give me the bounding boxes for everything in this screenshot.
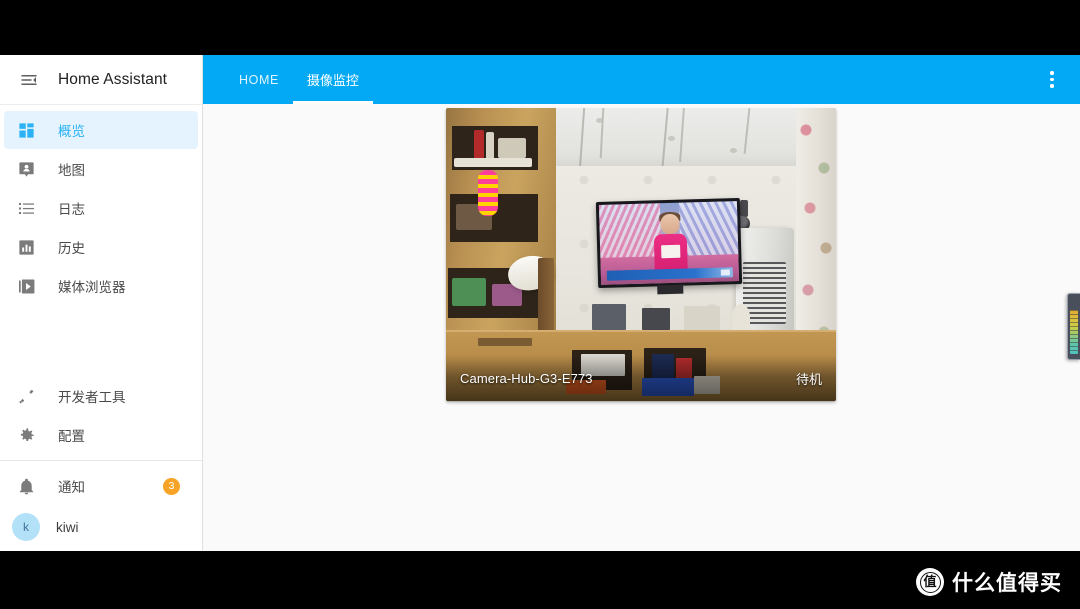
view-dashboard-icon	[12, 118, 40, 142]
color-scale-ticks	[1070, 310, 1078, 354]
sidebar-item-label: 通知	[58, 480, 85, 495]
camera-status-label: 待机	[795, 371, 822, 387]
sidebar-item-configuration[interactable]: 配置	[4, 416, 198, 454]
color-scale-bar[interactable]	[1067, 293, 1080, 360]
watermark-text: 什么值得买	[952, 571, 1062, 595]
sidebar-item-media-browser[interactable]: 媒体浏览器	[4, 267, 198, 305]
sidebar-item-notifications[interactable]: 通知 3	[4, 467, 198, 505]
tab-label: 摄像监控	[306, 73, 359, 88]
sidebar-item-label: 开发者工具	[58, 390, 126, 405]
sidebar-item-label: 媒体浏览器	[58, 280, 126, 295]
sidebar-item-label: 历史	[58, 241, 85, 256]
sidebar-item-label: 日志	[58, 202, 85, 217]
scene-television	[595, 198, 743, 295]
app-title: Home Assistant	[58, 70, 168, 88]
letterbox-top	[0, 0, 1080, 55]
sidebar-item-map[interactable]: 地图	[4, 150, 198, 188]
menu-collapse-icon[interactable]	[12, 63, 46, 97]
scene-desk-object	[642, 308, 670, 330]
scene-desk-object	[732, 304, 750, 330]
scene-shelf-object	[486, 132, 494, 160]
sidebar-lower-nav: 开发者工具 配置 通知 3 k kiwi	[0, 376, 202, 551]
scene-pink-lantern	[478, 170, 498, 216]
scene-shelf-object	[498, 138, 526, 158]
scene-shelf-object	[474, 130, 484, 160]
dashboard-content: Camera-Hub-G3-E773 待机	[203, 104, 1080, 551]
watermark-logo-char: 值	[919, 571, 941, 593]
main-area: HOME 摄像监控 Camera-Hub-G3-E773 待机	[203, 55, 1080, 551]
camera-card-footer: Camera-Hub-G3-E773 待机	[446, 355, 836, 401]
sidebar-item-label: 概览	[58, 124, 85, 139]
sidebar-item-overview[interactable]: 概览	[4, 111, 198, 149]
sidebar: Home Assistant 概览 地图 日志 历史 媒体浏览器 开发者工具 配…	[0, 55, 203, 551]
chart-box-icon	[12, 235, 40, 259]
camera-name-label: Camera-Hub-G3-E773	[460, 370, 593, 386]
scene-ceiling-light	[668, 136, 675, 141]
map-marker-account-icon	[12, 157, 40, 181]
scene-desk-object	[592, 304, 626, 330]
sidebar-item-user-profile[interactable]: k kiwi	[4, 506, 198, 548]
camera-snapshot: Camera-Hub-G3-E773 待机	[446, 108, 836, 401]
user-name-label: kiwi	[56, 519, 79, 535]
notification-badge: 3	[163, 477, 180, 495]
scene-tv-athlete-bib	[661, 244, 681, 259]
toolbar-tabs: HOME 摄像监控	[203, 55, 373, 104]
scene-desk-object	[684, 306, 720, 330]
scene-shelf-object	[452, 278, 486, 306]
sidebar-item-logbook[interactable]: 日志	[4, 189, 198, 227]
sidebar-header: Home Assistant	[0, 55, 202, 105]
screenshot-root: Home Assistant 概览 地图 日志 历史 媒体浏览器 开发者工具 配…	[0, 0, 1080, 609]
hammer-wrench-icon	[12, 384, 40, 408]
sidebar-item-label: 地图	[58, 163, 85, 178]
dots-vertical-icon[interactable]	[1034, 62, 1070, 98]
sidebar-item-label: 配置	[58, 429, 85, 444]
letterbox-bottom: 值 什么值得买	[0, 551, 1080, 609]
sidebar-divider	[0, 460, 202, 461]
tab-home[interactable]: HOME	[225, 55, 293, 104]
scene-tv-athlete-head	[660, 213, 680, 235]
browser-viewport: Home Assistant 概览 地图 日志 历史 媒体浏览器 开发者工具 配…	[0, 55, 1080, 551]
scene-tv-screen	[598, 201, 740, 285]
scene-ceiling-light	[596, 118, 603, 123]
scene-tv-athlete	[652, 211, 690, 274]
camera-card[interactable]: Camera-Hub-G3-E773 待机	[446, 108, 836, 401]
sidebar-nav: 概览 地图 日志 历史 媒体浏览器	[0, 105, 202, 306]
tab-label: HOME	[239, 72, 279, 87]
avatar: k	[12, 513, 40, 541]
play-box-multiple-icon	[12, 274, 40, 298]
cog-icon	[12, 423, 40, 447]
sidebar-item-history[interactable]: 历史	[4, 228, 198, 266]
watermark: 值 什么值得买	[916, 567, 1062, 597]
toolbar-actions	[1034, 55, 1070, 104]
sidebar-item-developer-tools[interactable]: 开发者工具	[4, 377, 198, 415]
tab-camera-monitoring[interactable]: 摄像监控	[292, 55, 373, 104]
scene-shelf-object	[454, 158, 532, 167]
watermark-logo-icon: 值	[916, 568, 944, 596]
scene-desk-object	[478, 338, 532, 346]
scene-camera-mount	[740, 200, 748, 217]
scene-tv-stand	[657, 284, 684, 295]
scene-ceiling-light	[730, 148, 737, 153]
top-toolbar: HOME 摄像监控	[203, 55, 1080, 104]
bell-icon	[12, 474, 40, 498]
format-list-bulleted-icon	[12, 196, 40, 220]
